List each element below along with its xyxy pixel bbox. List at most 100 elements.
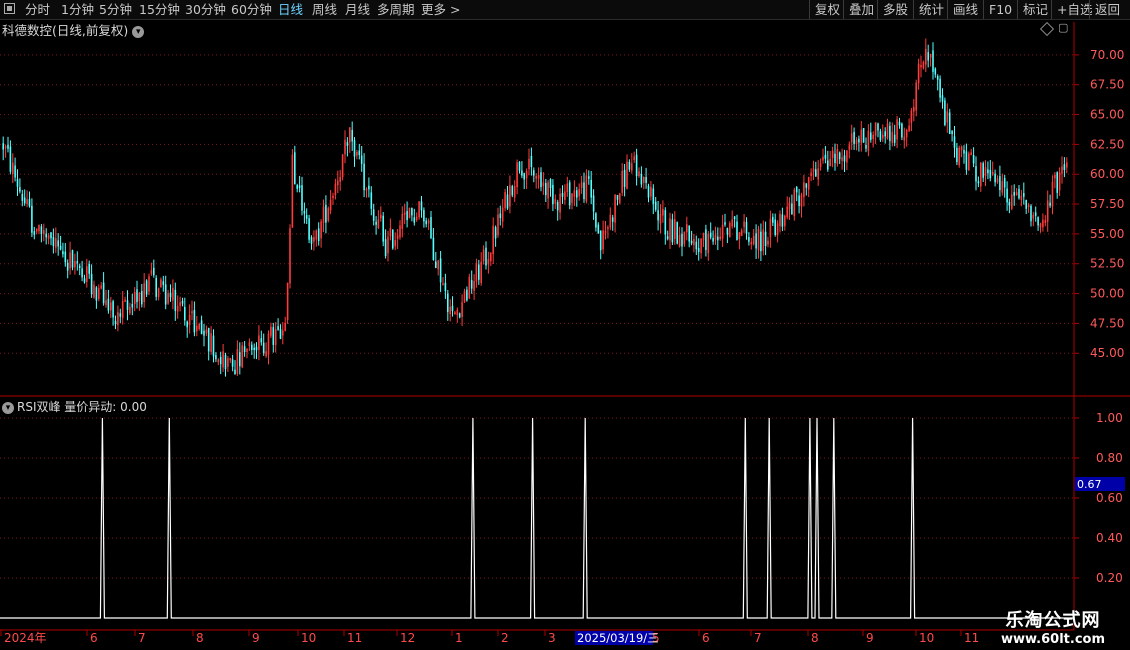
candle-body (633, 156, 635, 160)
candle-body (243, 346, 246, 352)
candle-body (757, 229, 760, 251)
candle-body (76, 261, 79, 264)
candle-body (700, 238, 702, 254)
candle-body (1042, 219, 1044, 228)
candle-body (552, 184, 554, 205)
candle-body (501, 207, 504, 222)
candle-body (972, 155, 975, 164)
candle-body (227, 358, 229, 367)
candle-body (662, 209, 664, 216)
candle-body (513, 186, 516, 198)
candle-body (449, 306, 451, 315)
candle-body (781, 214, 784, 227)
candle-body (207, 328, 210, 352)
candle-body (372, 209, 375, 221)
candle-body (554, 199, 557, 204)
candle-body (829, 158, 831, 167)
stock-chart[interactable]: 70.00 67.50 65.00 62.50 60.00 57.50 55.00 52.50… (0, 0, 1130, 650)
candle-body (549, 179, 552, 188)
candle-body (138, 292, 141, 302)
candle-body (638, 171, 640, 176)
candle-body (71, 249, 74, 268)
candle-body (516, 162, 518, 188)
candle-body (258, 335, 260, 350)
x-tick-label: 12 (400, 631, 415, 645)
candle-body (877, 123, 879, 131)
candle-body (121, 301, 124, 318)
candle-body (478, 264, 480, 280)
candle-body (621, 171, 623, 193)
candle-body (463, 291, 466, 303)
candle-body (95, 287, 98, 301)
candle-body (241, 345, 243, 368)
candle-body (313, 237, 315, 242)
candle-body (239, 352, 241, 367)
candle-body (592, 195, 595, 212)
candle-body (860, 129, 863, 144)
candle-body (198, 323, 200, 329)
candle-body (991, 171, 994, 175)
candle-body (793, 189, 796, 217)
candle-body (1034, 212, 1037, 216)
candle-body (525, 171, 528, 179)
candle-body (597, 224, 600, 234)
candle-body (643, 176, 645, 183)
candle-body (322, 206, 325, 223)
candle-body (1013, 192, 1015, 196)
candle-body (133, 292, 136, 304)
candle-body (958, 147, 960, 166)
candle-body (595, 213, 597, 228)
candle-body (403, 212, 406, 215)
price-tick-label: 65.00 (1090, 108, 1124, 122)
candle-body (1023, 193, 1025, 197)
candle-body (200, 320, 203, 334)
candle-body (353, 140, 356, 157)
candle-body (224, 354, 227, 370)
candle-body (19, 187, 21, 192)
candle-body (466, 289, 468, 301)
candle-body (903, 136, 906, 141)
candle-body (114, 320, 117, 325)
candle-body (812, 168, 815, 172)
candle-body (164, 284, 167, 305)
candle-body (408, 207, 411, 219)
candle-body (437, 260, 439, 270)
candle-body (172, 287, 174, 301)
candle-body (872, 134, 874, 139)
candle-body (162, 281, 165, 285)
candle-body (807, 177, 810, 190)
candle-body (411, 207, 413, 216)
candle-body (346, 142, 349, 146)
candle-body (583, 182, 585, 200)
candle-body (528, 158, 530, 170)
candle-body (308, 218, 310, 240)
price-tick-label: 70.00 (1090, 48, 1124, 62)
candle-body (339, 177, 341, 182)
candle-body (444, 282, 447, 292)
candle-body (705, 229, 707, 250)
candle-body (298, 185, 301, 188)
candle-body (86, 266, 88, 282)
candle-body (683, 231, 686, 245)
candle-body (724, 222, 726, 225)
candle-body (435, 261, 437, 268)
x-tick-label: 2 (501, 631, 509, 645)
candle-body (425, 220, 427, 225)
candle-body (654, 201, 657, 210)
signal-line (0, 417, 1073, 619)
candle-body (566, 183, 569, 193)
candle-body (52, 237, 55, 247)
candle-body (750, 241, 753, 245)
candle-body (387, 236, 389, 254)
candle-body (913, 107, 915, 112)
price-tick-label: 52.50 (1090, 257, 1124, 271)
candle-body (769, 218, 772, 238)
candle-body (650, 187, 652, 197)
candle-body (664, 210, 667, 235)
candle-body (652, 188, 655, 204)
candle-body (614, 194, 616, 223)
candle-body (284, 323, 286, 331)
candle-body (174, 289, 177, 311)
candle-body (989, 170, 992, 179)
candle-body (212, 335, 215, 357)
